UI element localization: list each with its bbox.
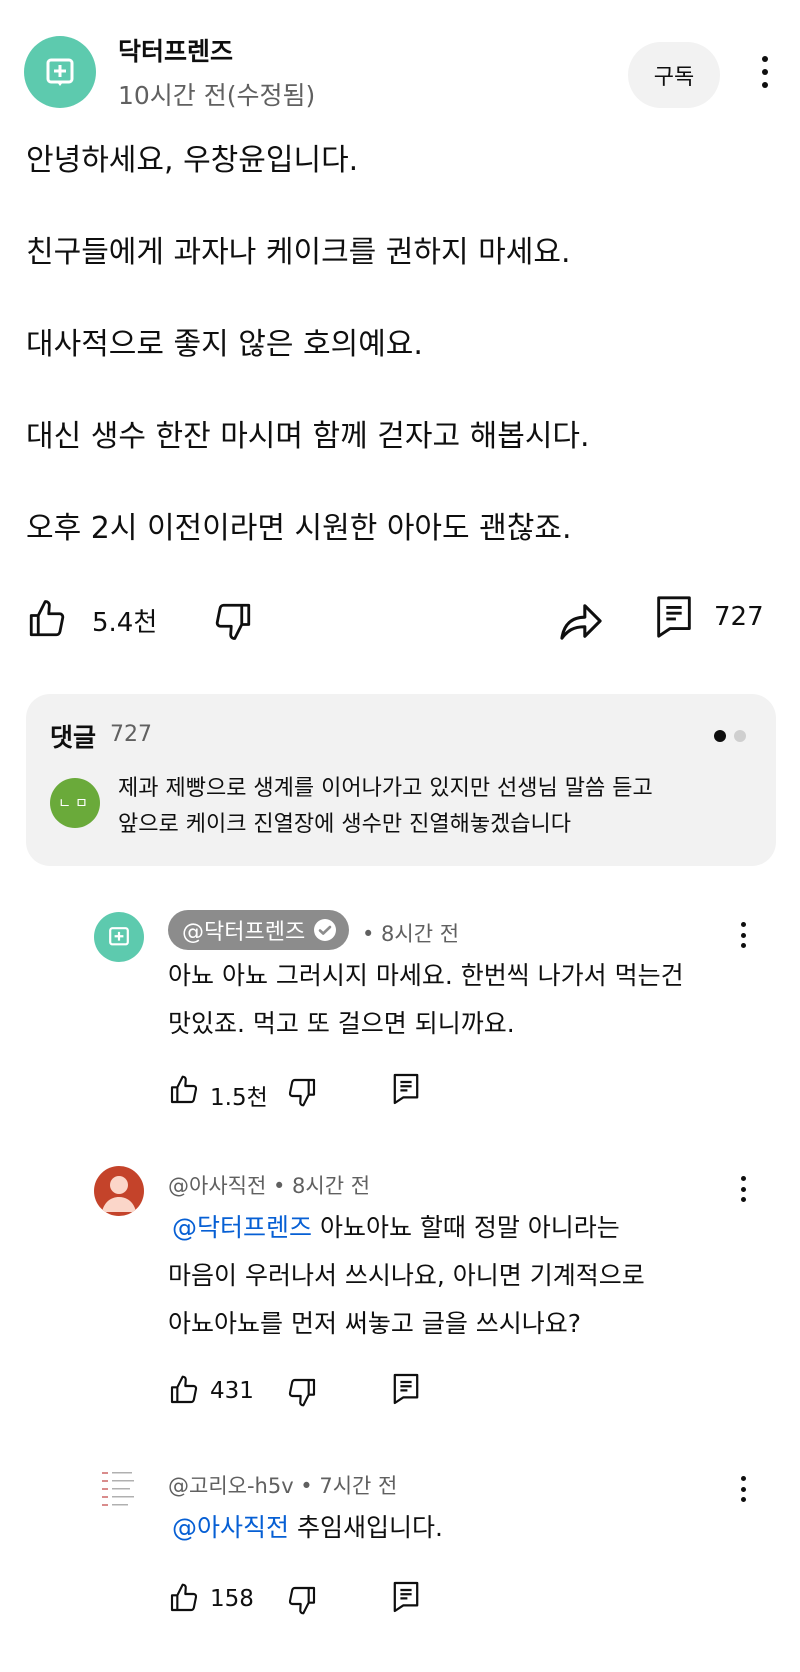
mention-link[interactable]: @닥터프렌즈 bbox=[172, 1213, 312, 1242]
reply-like-count: 1.5천 bbox=[210, 1085, 268, 1111]
reply-text-line: @닥터프렌즈 아뇨아뇨 할때 정말 아니라는 bbox=[172, 1204, 620, 1252]
like-count: 5.4천 bbox=[92, 608, 158, 638]
post-paragraph: 안녕하세요, 우창윤입니다. bbox=[26, 143, 359, 178]
comments-header-count: 727 bbox=[110, 722, 152, 747]
top-comment-line: 앞으로 케이크 진열장에 생수만 진열해놓겠습니다 bbox=[118, 812, 572, 837]
reply-text: 아뇨아뇨 할때 정말 아니라는 bbox=[312, 1213, 620, 1242]
dislike-icon[interactable] bbox=[286, 1584, 318, 1616]
reply-more-icon[interactable] bbox=[738, 922, 748, 948]
post-body: 안녕하세요, 우창윤입니다. 친구들에게 과자나 케이크를 권하지 마세요. 대… bbox=[26, 138, 766, 552]
top-comment-line: 제과 제빵으로 생계를 이어나가고 있지만 선생님 말씀 듣고 bbox=[118, 776, 653, 801]
reply-time: • 8시간 전 bbox=[362, 922, 460, 946]
post-paragraph: 대신 생수 한잔 마시며 함께 걷자고 해봅시다. bbox=[26, 419, 590, 454]
share-icon[interactable] bbox=[558, 600, 604, 642]
medical-cross-icon bbox=[45, 57, 75, 87]
reply-text-line: 맛있죠. 먹고 또 걸으면 되니까요. bbox=[168, 1009, 515, 1038]
reply-text-line: 마음이 우러나서 쓰시나요, 아니면 기계적으로 bbox=[168, 1261, 645, 1290]
comment-icon[interactable] bbox=[654, 594, 694, 640]
medical-cross-icon bbox=[108, 926, 130, 948]
carousel-dots bbox=[714, 730, 746, 742]
comments-header-label: 댓글 bbox=[50, 723, 97, 752]
reply-like-count: 158 bbox=[210, 1586, 254, 1612]
post-author[interactable]: 닥터프렌즈 bbox=[118, 32, 233, 68]
reply-icon[interactable] bbox=[392, 1072, 420, 1106]
reply-avatar[interactable] bbox=[94, 1466, 144, 1516]
comment-count: 727 bbox=[714, 602, 764, 632]
reply-author-chip[interactable]: @닥터프렌즈 bbox=[168, 910, 350, 950]
reply-more-icon[interactable] bbox=[738, 1476, 748, 1502]
reply-more-icon[interactable] bbox=[738, 1176, 748, 1202]
comments-preview[interactable]: 댓글 727 ㄴㅁ 제과 제빵으로 생계를 이어나가고 있지만 선생님 말씀 듣… bbox=[26, 694, 776, 866]
reply-author-meta[interactable]: @고리오-h5v • 7시간 전 bbox=[168, 1470, 397, 1500]
reply-text-line: 아뇨아뇨를 먼저 써놓고 글을 쓰시나요? bbox=[168, 1309, 582, 1338]
reply-author: @닥터프렌즈 bbox=[182, 920, 306, 945]
reply-text: 추임새입니다. bbox=[289, 1513, 443, 1542]
thumbnail-grid-icon bbox=[98, 1466, 140, 1516]
post-more-icon[interactable] bbox=[760, 56, 770, 88]
dislike-icon[interactable] bbox=[286, 1376, 318, 1408]
verified-check-icon bbox=[313, 918, 337, 942]
reply-avatar[interactable] bbox=[94, 912, 144, 962]
reply-text-line: @아사직전 추임새입니다. bbox=[172, 1504, 443, 1552]
dislike-icon[interactable] bbox=[286, 1076, 318, 1108]
like-icon[interactable] bbox=[168, 1374, 200, 1406]
post-paragraph: 오후 2시 이전이라면 시원한 아아도 괜찮죠. bbox=[26, 511, 572, 546]
reply-author-meta[interactable]: @아사직전 • 8시간 전 bbox=[168, 1170, 370, 1200]
reply-like-count: 431 bbox=[210, 1378, 254, 1404]
reply-text-line: 아뇨 아뇨 그러시지 마세요. 한번씩 나가서 먹는건 bbox=[168, 961, 684, 990]
mention-link[interactable]: @아사직전 bbox=[172, 1513, 289, 1542]
like-icon[interactable] bbox=[168, 1582, 200, 1614]
reply-icon[interactable] bbox=[392, 1372, 420, 1406]
like-icon[interactable] bbox=[26, 598, 68, 640]
reply-icon[interactable] bbox=[392, 1580, 420, 1614]
post-time: 10시간 전(수정됨) bbox=[118, 81, 316, 110]
like-icon[interactable] bbox=[168, 1074, 200, 1106]
post-paragraph: 대사적으로 좋지 않은 호의예요. bbox=[26, 327, 423, 362]
dislike-icon[interactable] bbox=[212, 600, 254, 642]
post-paragraph: 친구들에게 과자나 케이크를 권하지 마세요. bbox=[26, 235, 571, 270]
channel-avatar[interactable] bbox=[24, 36, 96, 108]
person-icon bbox=[94, 1166, 144, 1216]
top-comment-avatar[interactable]: ㄴㅁ bbox=[50, 778, 100, 828]
reply-avatar[interactable] bbox=[94, 1166, 144, 1216]
avatar-initials: ㄴㅁ bbox=[58, 796, 92, 812]
subscribe-button[interactable]: 구독 bbox=[628, 42, 720, 108]
